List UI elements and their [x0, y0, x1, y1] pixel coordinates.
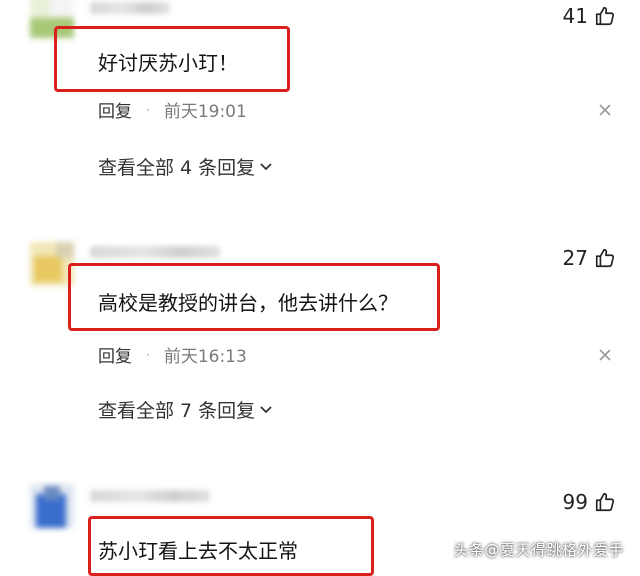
like-count: 27 [562, 246, 588, 270]
view-all-replies-link[interactable]: 查看全部 4 条回复 [98, 153, 273, 180]
comment-item: 41 好讨厌苏小玎！ 回复 · 前天19:01 查看全部 4 条回复 [0, 0, 640, 200]
separator-dot: · [146, 347, 150, 362]
username[interactable] [90, 246, 220, 258]
comment-item: 27 高校是教授的讲台，他去讲什么？ 回复 · 前天16:13 查看全部 7 条… [0, 236, 640, 436]
separator-dot: · [146, 102, 150, 117]
comment-item: 99 苏小玎看上去不太正常 [0, 480, 640, 576]
view-replies-label: 查看全部 7 条回复 [98, 400, 256, 422]
username[interactable] [90, 490, 210, 502]
thumbs-up-icon [595, 248, 615, 268]
view-replies-label: 查看全部 4 条回复 [98, 157, 256, 179]
comment-meta: 回复 · 前天19:01 [98, 97, 247, 122]
thumbs-up-icon [595, 492, 615, 512]
comment-text: 苏小玎看上去不太正常 [98, 539, 298, 563]
thumbs-up-icon [595, 6, 615, 26]
like-button[interactable]: 41 [563, 4, 616, 28]
comment-text: 高校是教授的讲台，他去讲什么？ [98, 291, 398, 315]
close-icon[interactable] [598, 348, 612, 362]
like-button[interactable]: 27 [563, 246, 616, 270]
chevron-down-icon [260, 162, 272, 170]
reply-button[interactable]: 回复 [98, 97, 132, 122]
like-count: 41 [562, 4, 588, 28]
watermark: 头条@夏天得跳格外爱手 [453, 541, 624, 559]
username[interactable] [90, 2, 170, 14]
like-button[interactable]: 99 [563, 490, 616, 514]
comment-text: 好讨厌苏小玎！ [98, 51, 238, 75]
comment-time: 前天19:01 [163, 102, 247, 122]
reply-button[interactable]: 回复 [98, 342, 132, 367]
comment-meta: 回复 · 前天16:13 [98, 342, 247, 367]
comment-feed: 41 好讨厌苏小玎！ 回复 · 前天19:01 查看全部 4 条回复 27 高校… [0, 0, 640, 576]
view-all-replies-link[interactable]: 查看全部 7 条回复 [98, 396, 273, 423]
like-count: 99 [562, 490, 588, 514]
comment-time: 前天16:13 [163, 347, 247, 367]
close-icon[interactable] [598, 103, 612, 117]
chevron-down-icon [260, 405, 272, 413]
avatar[interactable] [30, 484, 74, 528]
